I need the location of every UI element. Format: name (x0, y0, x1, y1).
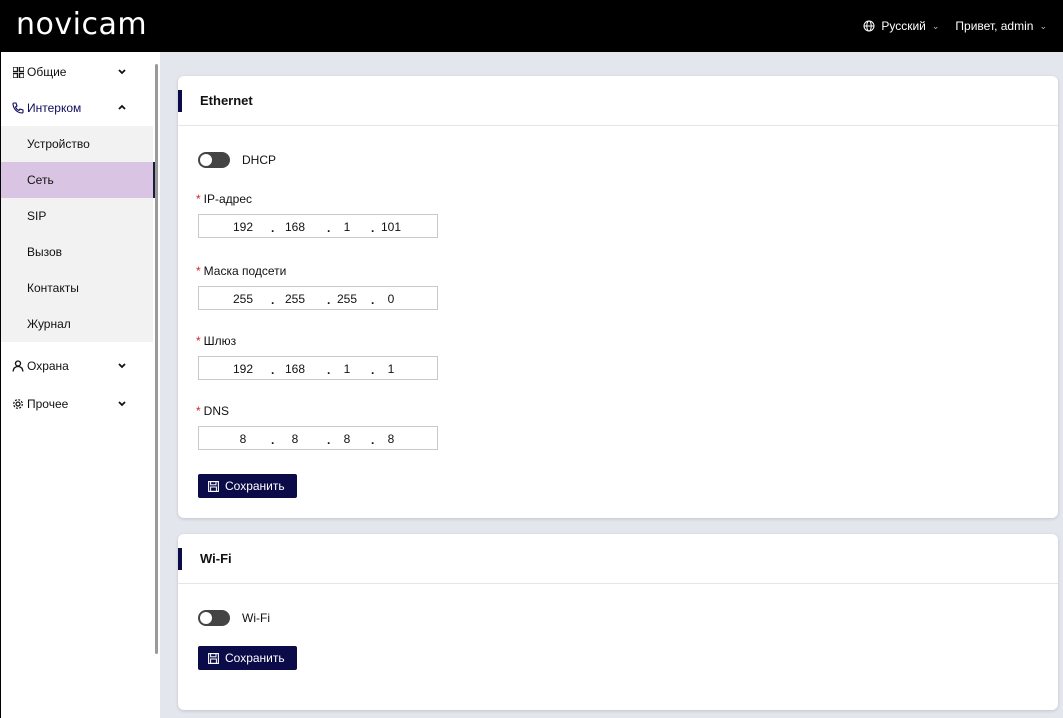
dhcp-toggle[interactable] (198, 152, 230, 168)
chevron-down-icon (118, 401, 126, 407)
octet-field[interactable]: 1 (371, 362, 411, 376)
octet-field[interactable]: 101 (371, 220, 411, 234)
gateway-input[interactable]: 192 . 168 . 1 . 1 (198, 356, 438, 380)
wifi-toggle[interactable] (198, 610, 230, 626)
language-select[interactable]: Русский (881, 19, 926, 33)
wifi-card: Wi-Fi Wi-Fi Сохранить (178, 534, 1058, 710)
brand-logo[interactable]: novicam (16, 8, 147, 42)
octet-field[interactable]: 255 (327, 292, 367, 306)
ethernet-card-header: Ethernet (178, 76, 1058, 126)
sidebar-subitem-network[interactable]: Сеть (1, 162, 155, 198)
dhcp-label: DHCP (242, 153, 277, 167)
chevron-down-icon (118, 363, 126, 369)
required-mark: * (196, 404, 201, 418)
wifi-save-button[interactable]: Сохранить (198, 646, 297, 670)
subitem-label: SIP (27, 209, 47, 223)
save-button-label: Сохранить (225, 479, 285, 493)
subnet-mask-label: * Маска подсети (196, 264, 287, 278)
sidebar-item-label: Охрана (27, 359, 69, 373)
octet-field[interactable]: 168 (275, 220, 315, 234)
sidebar-subitem-sip[interactable]: SIP (1, 198, 153, 234)
gear-icon (11, 397, 25, 411)
grid-icon (11, 65, 25, 79)
save-button-label: Сохранить (225, 651, 285, 665)
octet-separator: . (271, 363, 275, 377)
chevron-down-icon (118, 69, 126, 75)
ip-address-label: * IP-адрес (196, 192, 253, 206)
subitem-label: Вызов (27, 245, 63, 259)
octet-separator: . (271, 293, 275, 307)
sidebar-item-other[interactable]: Прочее (1, 386, 153, 422)
sidebar-item-security[interactable]: Охрана (1, 348, 153, 384)
main-content: Ethernet DHCP * IP-адрес 192 . 168 . 1 . … (160, 52, 1063, 718)
octet-field[interactable]: 8 (371, 432, 411, 446)
sidebar-scrollbar[interactable] (155, 64, 158, 654)
octet-separator: . (271, 221, 275, 235)
sidebar-subitem-device[interactable]: Устройство (1, 126, 153, 162)
globe-icon (863, 20, 875, 32)
phone-icon (11, 101, 25, 115)
section-title: Ethernet (200, 93, 253, 108)
octet-field[interactable]: 8 (223, 432, 263, 446)
octet-field[interactable]: 168 (275, 362, 315, 376)
save-icon (208, 480, 219, 492)
chevron-up-icon (118, 104, 126, 110)
chevron-down-icon: ⌄ (931, 20, 940, 31)
ethernet-card: Ethernet DHCP * IP-адрес 192 . 168 . 1 . … (178, 76, 1058, 518)
required-mark: * (196, 334, 201, 348)
header-controls: Русский ⌄ Привет, admin ⌄ (863, 19, 1047, 33)
save-icon (208, 652, 219, 664)
wifi-card-header: Wi-Fi (178, 534, 1058, 584)
subitem-label: Сеть (27, 173, 54, 187)
user-icon (11, 359, 25, 373)
ethernet-save-button[interactable]: Сохранить (198, 474, 297, 498)
section-title: Wi-Fi (200, 551, 232, 566)
octet-field[interactable]: 192 (223, 220, 263, 234)
octet-field[interactable]: 8 (327, 432, 367, 446)
chevron-down-icon: ⌄ (1039, 20, 1047, 31)
sidebar-item-label: Интерком (27, 101, 82, 115)
octet-field[interactable]: 0 (371, 292, 411, 306)
subitem-label: Устройство (27, 137, 90, 151)
subnet-mask-input[interactable]: 255 . 255 . 255 . 0 (198, 286, 438, 310)
octet-field[interactable]: 255 (223, 292, 263, 306)
gateway-label: * Шлюз (196, 334, 237, 348)
octet-field[interactable]: 8 (275, 432, 315, 446)
section-accent-bar (178, 90, 182, 112)
subitem-label: Контакты (27, 281, 79, 295)
ip-address-input[interactable]: 192 . 168 . 1 . 101 (198, 214, 438, 238)
sidebar-item-intercom[interactable]: Интерком (1, 90, 153, 126)
top-header: novicam Русский ⌄ Привет, admin ⌄ (0, 0, 1063, 52)
sidebar-subitem-log[interactable]: Журнал (1, 306, 153, 342)
sidebar: Общие Интерком Устройство Сеть SIP Вызов… (0, 52, 160, 718)
octet-field[interactable]: 1 (327, 220, 367, 234)
subitem-label: Журнал (27, 317, 71, 331)
octet-field[interactable]: 1 (327, 362, 367, 376)
user-menu[interactable]: Привет, admin (955, 19, 1033, 33)
dns-input[interactable]: 8 . 8 . 8 . 8 (198, 426, 438, 450)
wifi-toggle-label: Wi-Fi (242, 611, 270, 625)
sidebar-item-general[interactable]: Общие (1, 54, 153, 90)
dns-label: * DNS (196, 404, 230, 418)
sidebar-subitem-contacts[interactable]: Контакты (1, 270, 153, 306)
octet-separator: . (271, 433, 275, 447)
sidebar-subitem-call[interactable]: Вызов (1, 234, 153, 270)
sidebar-item-label: Прочее (27, 397, 69, 411)
octet-field[interactable]: 192 (223, 362, 263, 376)
required-mark: * (196, 264, 201, 278)
required-mark: * (196, 192, 201, 206)
octet-field[interactable]: 255 (275, 292, 315, 306)
sidebar-item-label: Общие (27, 65, 67, 79)
section-accent-bar (178, 548, 182, 570)
